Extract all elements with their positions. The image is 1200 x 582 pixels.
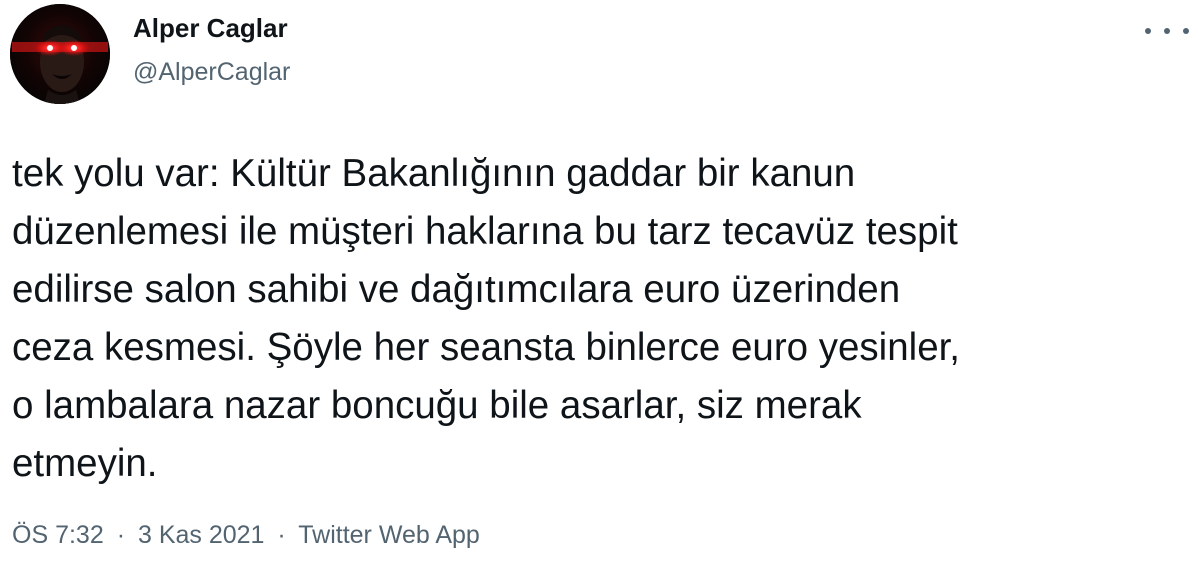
more-horizontal-icon[interactable] <box>1145 24 1189 38</box>
author-name[interactable]: Alper Caglar <box>133 13 288 44</box>
tweet-text-line: etmeyin. <box>12 442 158 485</box>
meta-separator: · <box>116 521 126 549</box>
tweet-text-line: tek yolu var: Kültür Bakanlığının gaddar… <box>12 152 856 195</box>
more-dot <box>1183 28 1189 34</box>
tweet-meta: ÖS 7:32 · 3 Kas 2021 · Twitter Web App <box>12 521 480 550</box>
tweet-text: tek yolu var: Kültür Bakanlığının gaddar… <box>12 145 1192 493</box>
meta-separator: · <box>277 521 286 549</box>
tweet-text-line: düzenlemesi ile müşteri haklarına bu tar… <box>12 210 958 253</box>
tweet-source[interactable]: Twitter Web App <box>298 521 480 549</box>
tweet-text-line: edilirse salon sahibi ve dağıtımcılara e… <box>12 268 901 311</box>
tweet-text-line: o lambalara nazar boncuğu bile asarlar, … <box>12 384 862 427</box>
more-dot <box>1164 28 1170 34</box>
tweet-date[interactable]: 3 Kas 2021 <box>138 521 265 549</box>
avatar[interactable] <box>10 4 110 104</box>
author-handle[interactable]: @AlperCaglar <box>133 58 290 87</box>
tweet-text-line: ceza kesmesi. Şöyle her seansta binlerce… <box>12 326 961 369</box>
more-dot <box>1145 28 1151 34</box>
tweet-card: Alper Caglar @AlperCaglar tek yolu var: … <box>0 0 1200 582</box>
glowing-eyes-face-icon <box>10 4 110 104</box>
tweet-time[interactable]: ÖS 7:32 <box>12 521 104 549</box>
